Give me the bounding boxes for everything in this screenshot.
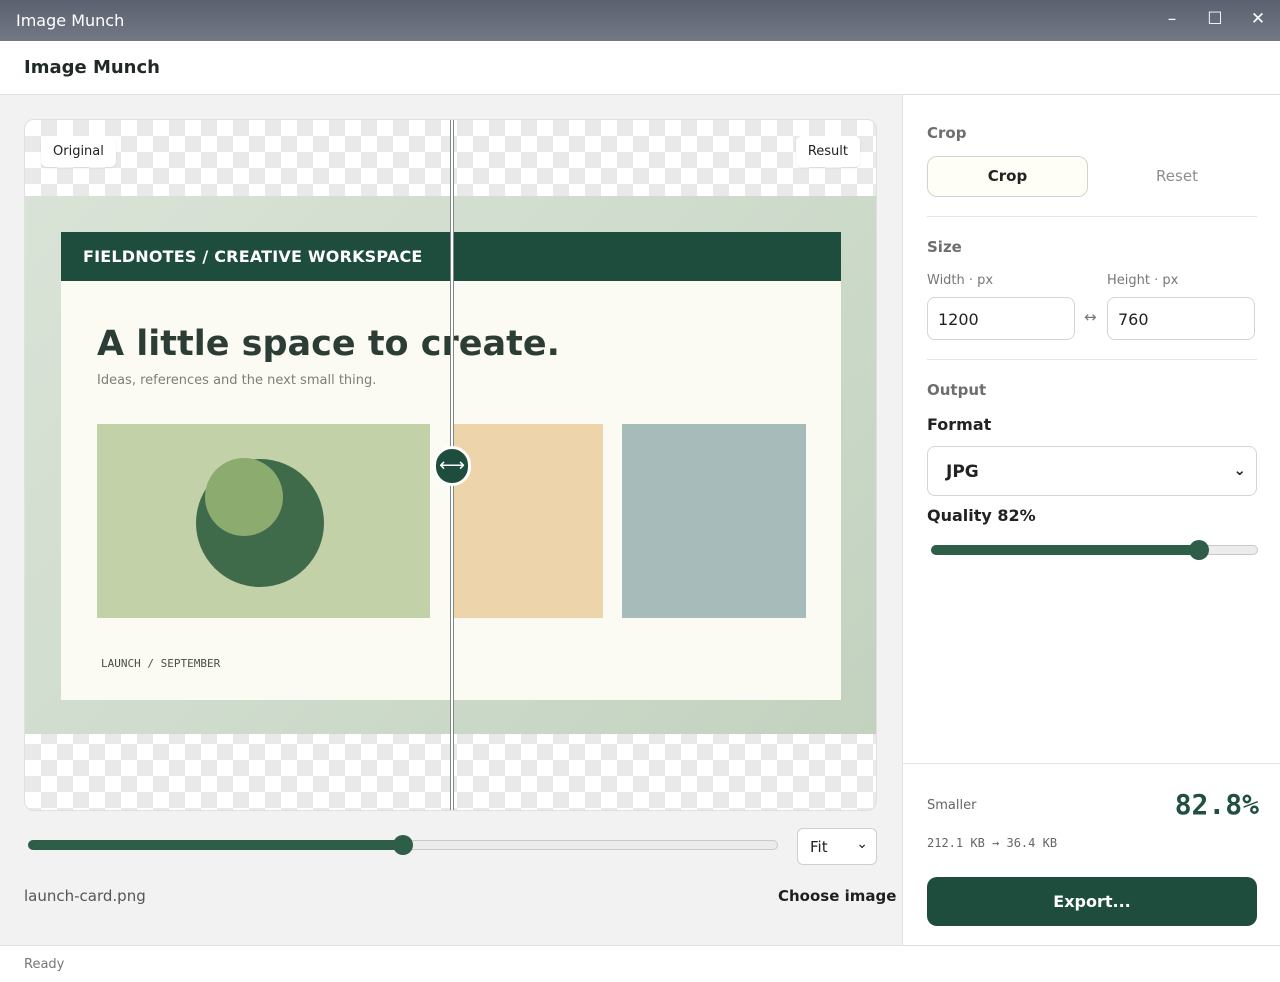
export-button[interactable]: Export... — [927, 877, 1257, 926]
aspect-link-icon[interactable]: ↔ — [1084, 308, 1097, 326]
format-select[interactable]: JPG ⌄ — [927, 446, 1257, 496]
height-label: Height · px — [1107, 273, 1179, 288]
maximize-button[interactable]: ☐ — [1205, 9, 1225, 29]
zoom-fit-select[interactable]: Fit ⌄ — [797, 828, 877, 865]
status-bar: Ready — [0, 945, 1280, 982]
app-title: Image Munch — [24, 57, 160, 78]
crop-button[interactable]: Crop — [927, 156, 1088, 197]
size-section-title: Size — [927, 238, 962, 256]
chevron-down-icon: ⌄ — [856, 836, 868, 852]
app-header: Image Munch — [0, 41, 1280, 95]
compare-preview[interactable]: FIELDNOTES / CREATIVE WORKSPACE A little… — [24, 119, 877, 811]
status-text: Ready — [24, 957, 65, 972]
result-badge: Result — [795, 136, 860, 167]
minimize-button[interactable]: – — [1162, 9, 1182, 29]
output-section-title: Output — [927, 381, 987, 399]
original-badge: Original — [41, 136, 116, 167]
compare-handle[interactable]: ⟷ — [433, 446, 471, 486]
image-footnote: LAUNCH / SEPTEMBER — [101, 657, 221, 670]
close-button[interactable]: ✕ — [1248, 9, 1268, 29]
crop-section-title: Crop — [927, 124, 967, 142]
quality-slider-fill — [931, 545, 1199, 555]
preview-pane: FIELDNOTES / CREATIVE WORKSPACE A little… — [0, 95, 902, 945]
settings-panel: Crop Crop Reset Size Width · px Height ·… — [902, 95, 1280, 945]
format-value: JPG — [946, 462, 979, 482]
choose-image-button[interactable]: Choose image — [778, 887, 896, 905]
image-tile-green — [97, 424, 430, 618]
quality-label: Quality 82% — [927, 506, 1036, 525]
file-name: launch-card.png — [24, 887, 146, 905]
divider — [927, 216, 1257, 217]
image-circle-light — [205, 458, 283, 536]
format-label: Format — [927, 415, 992, 434]
quality-slider-thumb[interactable] — [1189, 540, 1209, 560]
zoom-slider-thumb[interactable] — [393, 835, 413, 855]
divider — [927, 359, 1257, 360]
height-input[interactable]: 760 — [1107, 297, 1255, 340]
size-comparison: 212.1 KB → 36.4 KB — [927, 836, 1058, 850]
image-headline: A little space to create. — [97, 324, 560, 364]
savings-label: Smaller — [927, 798, 977, 813]
savings-panel: Smaller 82.8% 212.1 KB → 36.4 KB Export.… — [903, 763, 1280, 945]
zoom-slider-fill — [28, 840, 403, 850]
reset-button[interactable]: Reset — [1097, 156, 1257, 197]
image-tile-blue — [622, 424, 806, 618]
width-label: Width · px — [927, 273, 994, 288]
window-title: Image Munch — [16, 11, 125, 30]
chevron-down-icon: ⌄ — [1233, 461, 1246, 479]
title-bar: Image Munch – ☐ ✕ — [0, 0, 1280, 41]
zoom-fit-value: Fit — [810, 838, 828, 856]
image-tile-peach — [453, 424, 603, 618]
image-subline: Ideas, references and the next small thi… — [97, 373, 377, 388]
savings-percent: 82.8% — [1174, 788, 1259, 821]
width-input[interactable]: 1200 — [927, 297, 1075, 340]
